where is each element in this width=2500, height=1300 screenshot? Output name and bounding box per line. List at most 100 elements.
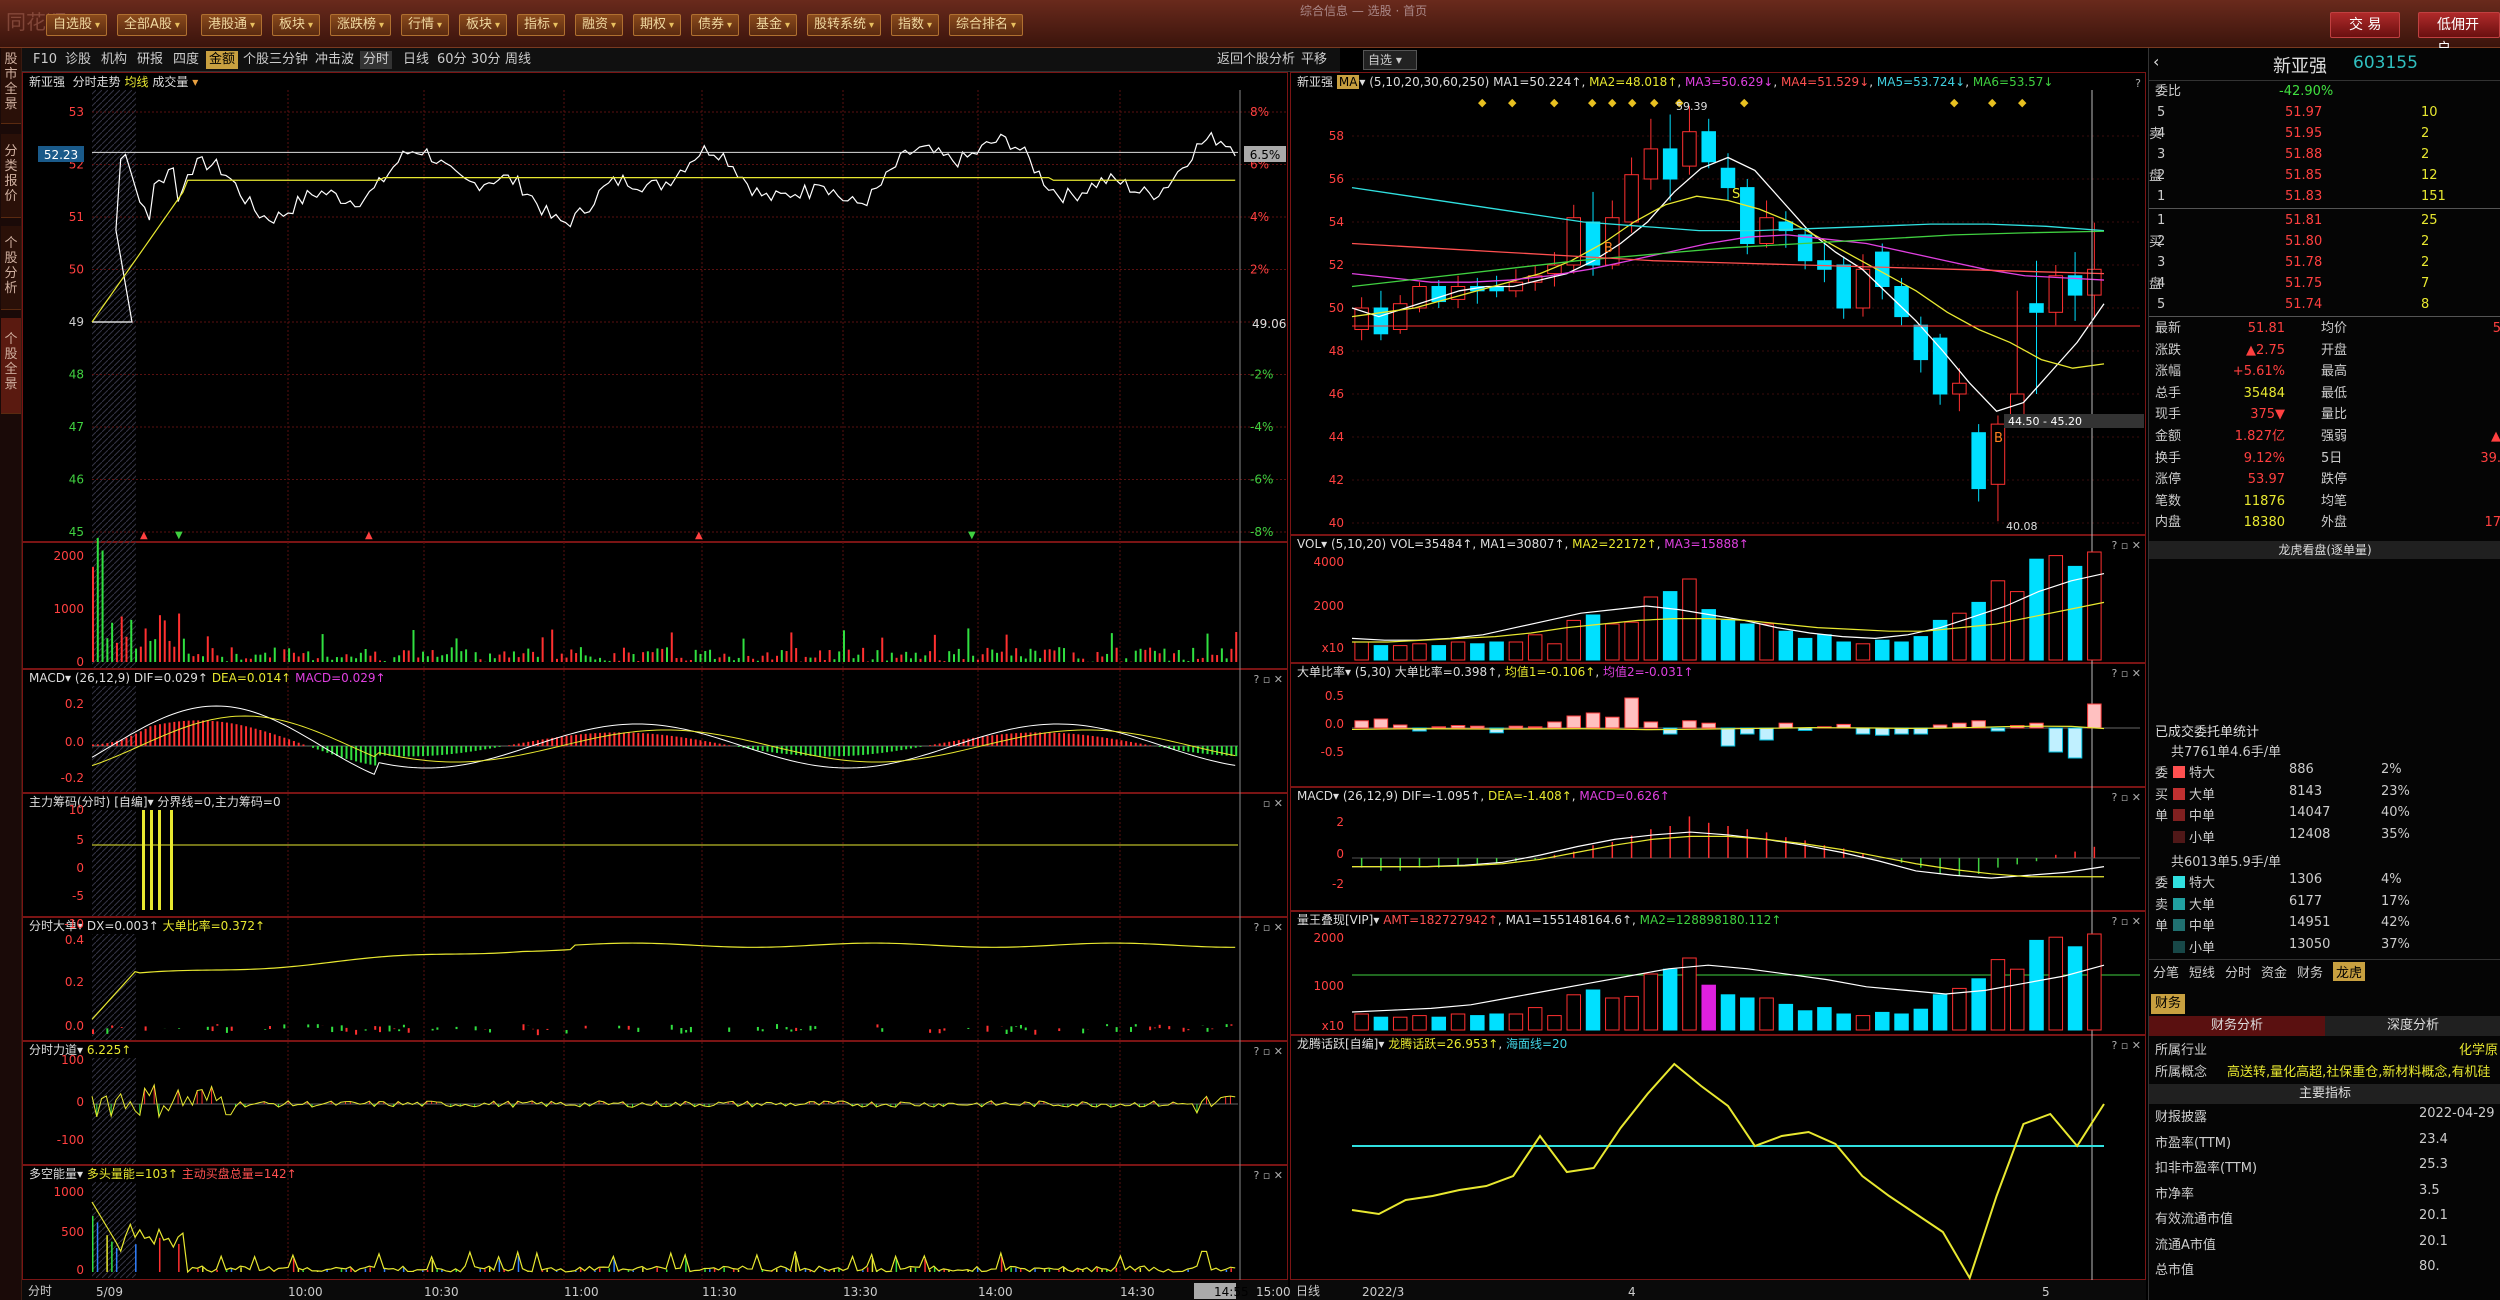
volume-bar [149,640,152,662]
king-bar [2048,936,2064,1031]
energy-bar [709,1269,711,1272]
ask-row[interactable]: 1 51.83 151 [2149,186,2500,207]
volume-bar [1063,648,1066,662]
quote-tab-3[interactable]: 资金 [2261,962,2287,981]
fin-label: 总市值 [2155,1263,2195,1278]
big-bar [809,1025,812,1031]
volume-bar [479,659,482,662]
volume-bar [1110,633,1113,662]
volume-bar [206,636,209,662]
volume-bar [426,656,429,662]
volume-bar [694,649,697,662]
bid-row[interactable]: 3 51.78 2 [2149,252,2500,273]
volume-bar [178,613,181,662]
volume-bar [1115,647,1118,662]
quote-tab-5[interactable]: 龙虎 [2333,962,2366,981]
ask-row[interactable]: 5 51.97 10 [2149,102,2500,123]
daily-price-tick: 58 [1329,129,1344,143]
energy-bar [1019,1269,1022,1272]
big-bar [689,1026,692,1033]
chip-tick: 5 [76,833,84,847]
pct-tick: 8% [1250,105,1269,119]
volume-bar [197,654,200,662]
concept-label: 所属概念 [2155,1065,2208,1080]
volume-bar [900,654,903,662]
king-bar [1797,1010,1813,1031]
volume-bar [996,652,999,662]
volume-bar [1010,655,1013,662]
macd-tick: 0.2 [65,697,84,711]
signal-diamond: ◆ [1478,96,1487,109]
big-bar [756,1026,759,1031]
fin-tab-deep[interactable]: 深度分析 [2325,1016,2500,1036]
big-bar [230,1026,233,1031]
back-icon[interactable]: ‹ [2153,52,2159,71]
stat-label: 金额 [2155,429,2182,444]
macd-bar [1043,732,1046,746]
bid-row[interactable]: 1 51.81 25 [2149,210,2500,231]
big-bar [1129,1026,1132,1032]
volume-bar [158,615,161,662]
macd-bar [1082,734,1085,746]
big-bar [436,1027,439,1030]
king-bar [1412,1015,1427,1031]
chip-bar [150,810,153,910]
stat-label-2: 开盘 [2321,342,2348,358]
macd-bar [536,740,539,746]
energy-bar [666,1269,668,1272]
dbig-bar [1875,727,1890,736]
volume-bar [661,648,664,662]
big-bar [761,1029,764,1032]
bid-row[interactable]: 4 51.75 7 [2149,273,2500,294]
ask-side-label-2: 盘 [2149,169,2163,184]
ask-row[interactable]: 2 51.85 12 [2149,165,2500,186]
range-label: 44.50 - 45.20 [2008,415,2082,428]
ask-row[interactable]: 4 51.95 2 [2149,123,2500,144]
macd-tick: -0.2 [61,771,84,785]
macd-bar [135,733,138,746]
macd-bar [929,745,932,746]
energy-line [91,1201,1236,1274]
bid-level: 5 [2157,297,2166,312]
time-tick: 5/09 [96,1285,123,1299]
dmacd-tick: -2 [1332,877,1344,891]
volume-bar [599,657,602,662]
order-stats-title: 已成交委托单统计 [2155,725,2260,740]
volume-bar [144,628,147,662]
candle-body [1720,167,1736,189]
finance-tab[interactable]: 财务 [2151,994,2186,1014]
quote-tab-2[interactable]: 分时 [2225,962,2251,981]
volume-bar [1211,654,1214,662]
bid-row[interactable]: 2 51.80 2 [2149,231,2500,252]
volume-bar [756,660,759,662]
fin-tab-analysis[interactable]: 财务分析 [2149,1016,2325,1036]
volume-bar [532,651,535,662]
volume-bar [168,640,171,662]
volume-bar [202,656,205,662]
big-bar [637,1027,640,1032]
volume-bar [1182,659,1185,662]
volume-bar [737,657,740,662]
big-tick: 0.4 [65,933,84,947]
quote-tab-0[interactable]: 分笔 [2153,962,2179,981]
ask-row[interactable]: 3 51.88 2 [2149,144,2500,165]
volume-bar [627,652,630,662]
volume-bar [316,658,319,662]
dvol-bar [1354,641,1369,661]
king-bar [1527,1007,1543,1031]
volume-bar [307,651,310,662]
big-bar [1082,1028,1085,1034]
quote-tab-4[interactable]: 财务 [2297,962,2323,981]
price-tick: 47 [69,420,84,434]
chart-canvas: 53 8%52 6%51 4%50 2%4948 -2%47 -4%46 -6%45 -8%52… [38,90,2405,1299]
buy-swatch [2173,787,2185,800]
macd-bar [402,746,405,757]
volume-bar [498,654,501,662]
sell-count: 6177 [2289,893,2323,909]
big-bar [986,1025,989,1032]
bid-row[interactable]: 5 51.74 8 [2149,294,2500,315]
volume-bar [1235,632,1238,662]
macd-bar [302,744,305,746]
volume-bar [331,659,334,662]
quote-tab-1[interactable]: 短线 [2189,962,2215,981]
